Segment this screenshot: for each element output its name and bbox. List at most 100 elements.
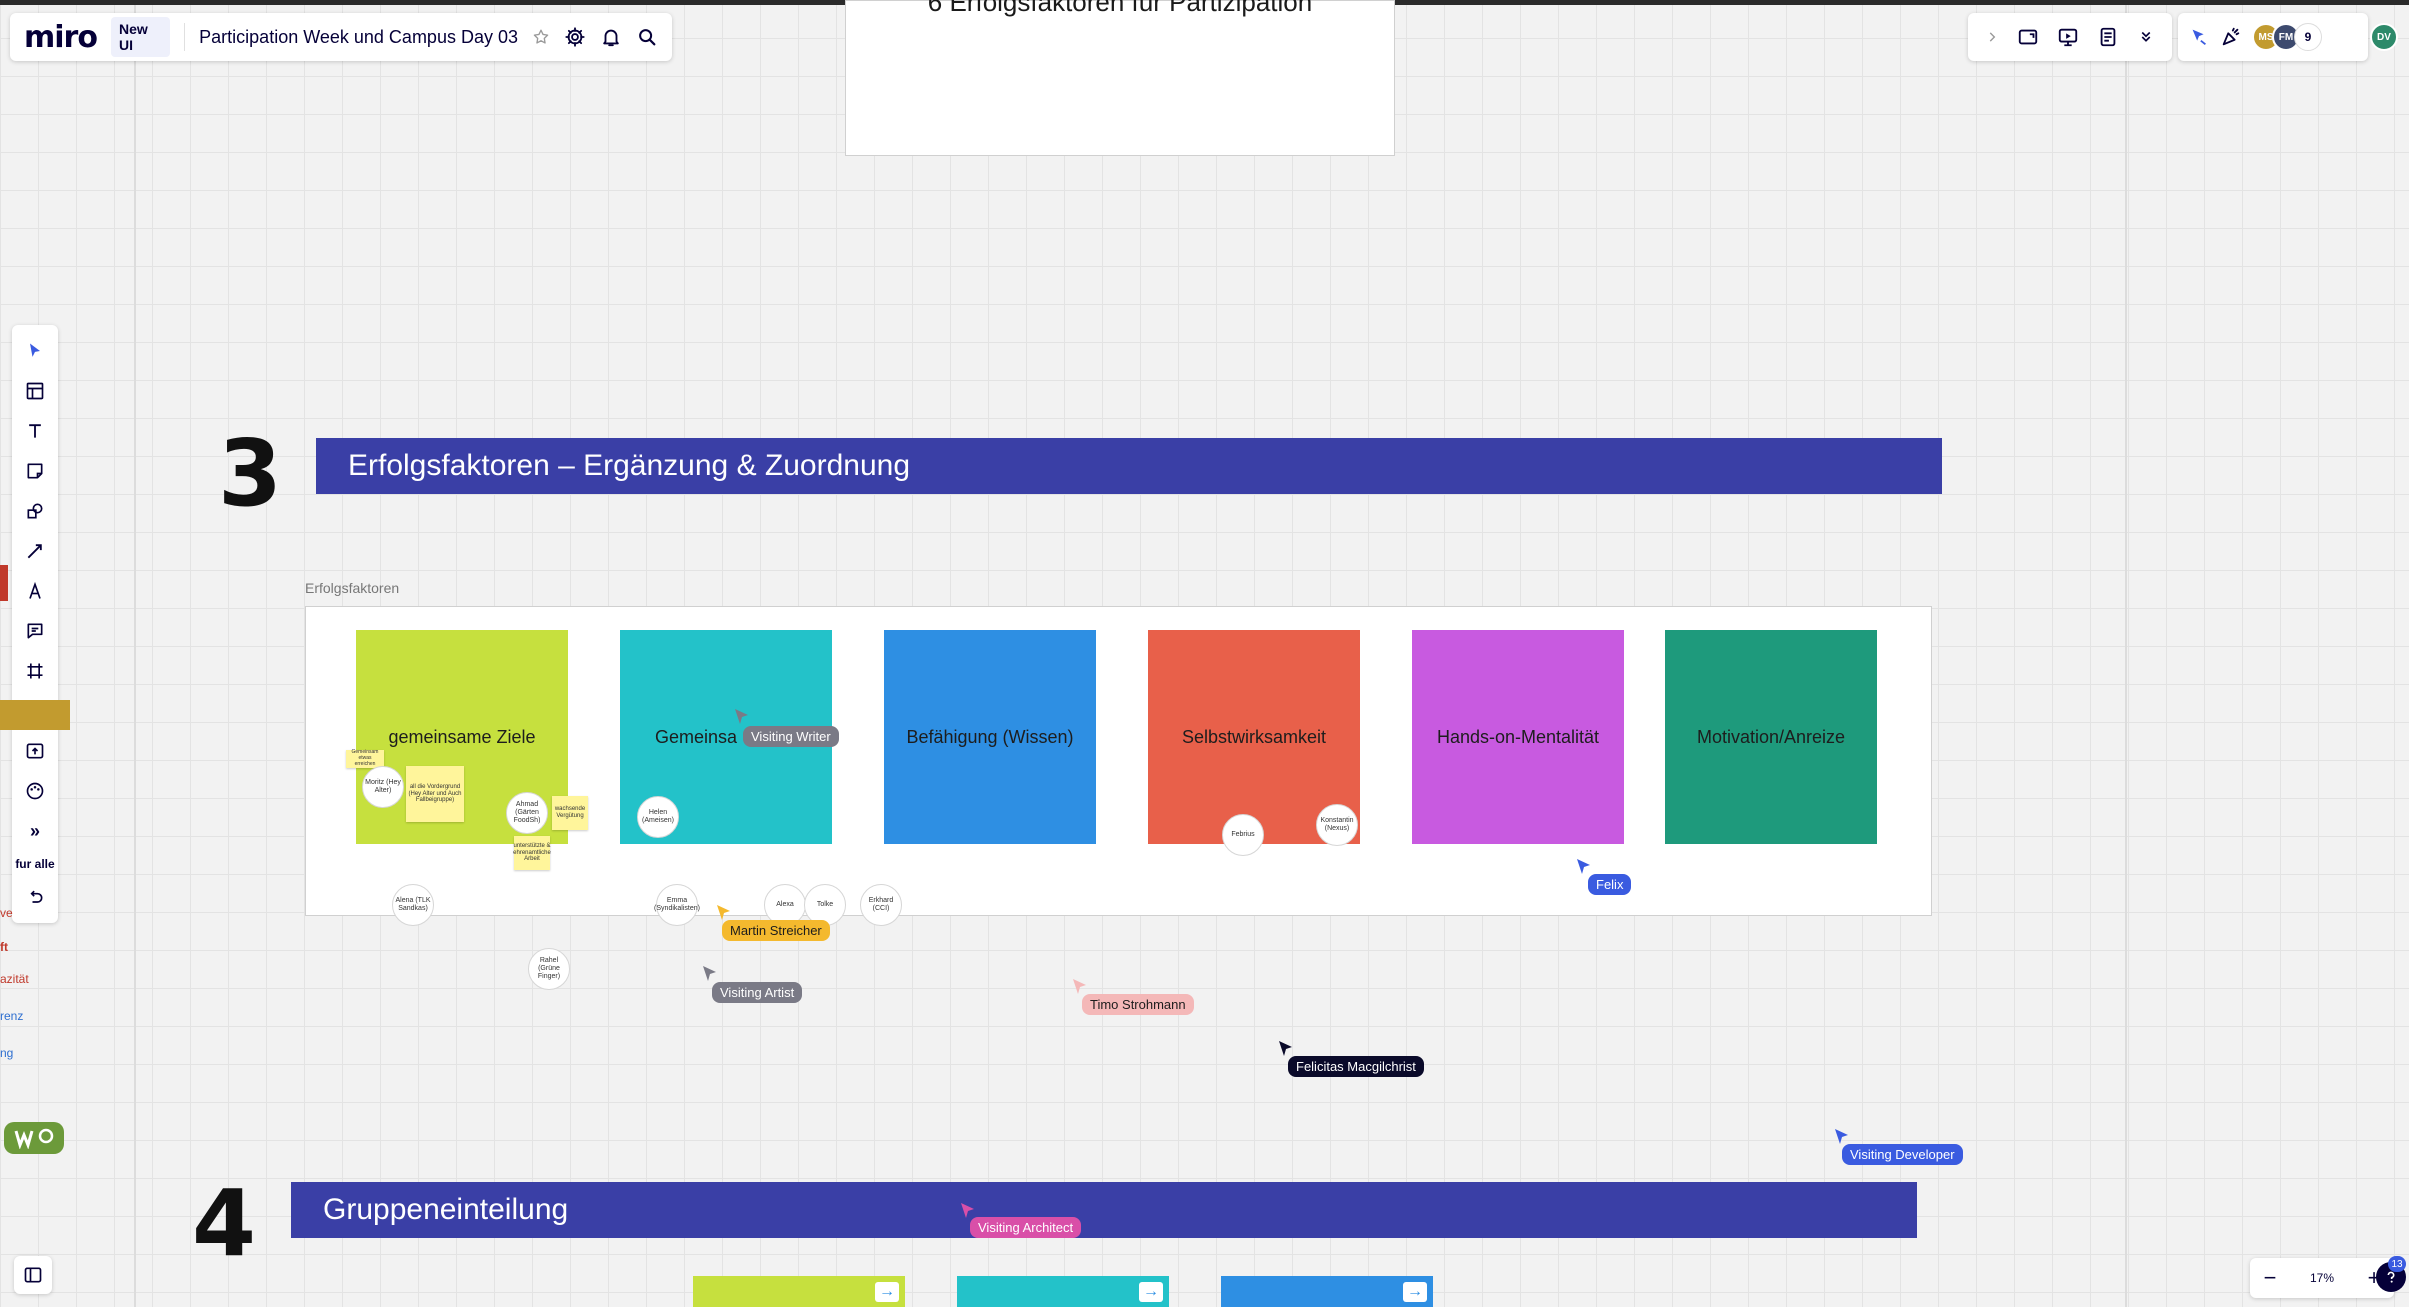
zoom-controls: − 17% + — [2250, 1258, 2394, 1298]
pen-icon[interactable] — [15, 571, 55, 611]
select-cursor-icon[interactable] — [15, 331, 55, 371]
participant-bubble[interactable]: Febrius — [1222, 814, 1264, 856]
cursor-arrow-icon — [1279, 1041, 1292, 1056]
cursor-arrow-icon — [703, 966, 716, 981]
miro-logo[interactable]: miro — [24, 20, 98, 55]
canvas-guide-line — [2125, 5, 2127, 1307]
toolbar-bottom-label: fur alle — [15, 857, 55, 871]
left-edge-text: renz — [0, 1009, 24, 1023]
factor-card-label: gemeinsame Ziele — [388, 726, 536, 747]
board-header: miro New UI Participation Week und Campu… — [10, 13, 672, 61]
comment-icon[interactable] — [15, 611, 55, 651]
celebrate-icon[interactable] — [2220, 26, 2242, 48]
chevron-right-icon[interactable] — [1985, 30, 1999, 44]
collaborator-cursor-label: Visiting Architect — [970, 1217, 1082, 1238]
left-toolbar: » fur alle — [12, 325, 58, 923]
bell-icon[interactable] — [600, 26, 622, 48]
left-edge-text: ft — [0, 940, 8, 954]
arrow-right-icon[interactable]: → — [1403, 1281, 1427, 1302]
participant-bubble[interactable]: Rahel (Grüne Finger) — [528, 948, 570, 990]
board-panel-toggle[interactable] — [14, 1256, 52, 1294]
section-number: 4 — [192, 1170, 257, 1277]
section-number: 3 — [218, 420, 283, 527]
notes-list-icon[interactable] — [2097, 26, 2119, 48]
sticky-note-icon[interactable] — [15, 451, 55, 491]
section-title-bar[interactable]: Gruppeneinteilung — [291, 1182, 1917, 1238]
connection-line-icon[interactable] — [15, 531, 55, 571]
factor-card-label: Selbstwirksamkeit — [1181, 726, 1327, 747]
factor-card-label: Hands-on-Mentalität — [1436, 726, 1600, 747]
factor-card-label: Motivation/Anreize — [1696, 726, 1846, 747]
offscreen-item — [0, 565, 8, 601]
double-chevron-down-icon[interactable] — [2137, 28, 2155, 46]
more-tools-button[interactable]: » — [15, 811, 55, 851]
insert-media-icon[interactable] — [2017, 26, 2039, 48]
factor-card[interactable]: Motivation/Anreize — [1665, 630, 1877, 844]
collaborators-panel: MS FM 9 — [2178, 13, 2368, 61]
participant-bubble[interactable]: Emma (Syndikalisten) — [654, 884, 700, 926]
cursor-arrow-icon — [1073, 979, 1086, 994]
participant-bubble[interactable]: Konstantin (Nexus) — [1316, 804, 1358, 846]
sticky-note[interactable]: all die Vordergrund (Hey Alter und Auch … — [406, 766, 464, 822]
section-title: Gruppeneinteilung — [323, 1193, 569, 1226]
undo-icon[interactable] — [15, 877, 55, 917]
group-card[interactable]: → — [1221, 1276, 1433, 1307]
sticky-note[interactable]: Gemeinsam etwas erreichen — [346, 750, 384, 768]
participant-bubble[interactable]: Erkhard (CCI) — [860, 884, 902, 926]
participant-bubble[interactable]: Moritz (Hey Alter) — [362, 766, 404, 808]
notification-count-badge: 13 — [2388, 1256, 2406, 1272]
canvas-guide-line — [134, 5, 136, 1307]
collaborator-cursor-label: Martin Streicher — [722, 920, 830, 941]
factor-card-label: Gemeinsa — [654, 726, 738, 747]
offscreen-logo-icon — [4, 1122, 64, 1154]
board-title[interactable]: Participation Week und Campus Day 03 — [199, 27, 518, 48]
left-edge-text: azität — [0, 972, 29, 986]
factor-card[interactable]: Hands-on-Mentalität — [1412, 630, 1624, 844]
collaborator-cursor-label: Visiting Writer — [743, 726, 839, 747]
frame-label[interactable]: Erfolgsfaktoren — [305, 580, 399, 596]
sidebar-panel-icon[interactable] — [14, 1256, 52, 1294]
zoom-level[interactable]: 17% — [2310, 1271, 2334, 1285]
collaborator-count[interactable]: 9 — [2294, 23, 2322, 51]
top-frame[interactable]: 6 Erfolgsfaktoren für Partizipation — [845, 0, 1395, 156]
factor-card-label: Befähigung (Wissen) — [906, 726, 1074, 747]
left-edge-text: ve — [0, 906, 13, 920]
text-tool-icon[interactable] — [15, 411, 55, 451]
top-frame-title: 6 Erfolgsfaktoren für Partizipation — [927, 0, 1313, 17]
star-icon[interactable] — [532, 28, 550, 46]
cursor-visibility-icon[interactable] — [2188, 26, 2210, 48]
upload-icon[interactable] — [15, 731, 55, 771]
section-title-bar[interactable]: Erfolgsfaktoren – Ergänzung & Zuordnung — [316, 438, 1942, 494]
sticky-note[interactable]: wachsende Vergütung — [552, 796, 588, 830]
offscreen-item — [0, 700, 70, 730]
settings-gear-icon[interactable] — [564, 26, 586, 48]
zoom-out-button[interactable]: − — [2258, 1265, 2282, 1291]
board-tools-panel — [1968, 13, 2172, 61]
collaborator-cursor-label: Felix — [1588, 874, 1632, 895]
cursor-arrow-icon — [1577, 859, 1590, 874]
collaborator-avatars[interactable]: MS FM 9 — [2252, 23, 2322, 51]
factor-card[interactable]: Befähigung (Wissen) — [884, 630, 1096, 844]
collaborator-cursor-label: Felicitas Macgilchrist — [1288, 1056, 1424, 1077]
arrow-right-icon[interactable]: → — [1139, 1281, 1163, 1302]
cursor-arrow-icon — [735, 709, 748, 724]
presentation-icon[interactable] — [2057, 26, 2079, 48]
collaborator-cursor-label: Visiting Artist — [712, 982, 803, 1003]
left-edge-text: ng — [0, 1046, 14, 1060]
frame-icon[interactable] — [15, 651, 55, 691]
group-card[interactable]: → — [957, 1276, 1169, 1307]
new-ui-badge[interactable]: New UI — [110, 17, 171, 57]
participant-bubble[interactable]: Alena (TLK Sandkas) — [392, 884, 434, 926]
participant-bubble[interactable]: Ahmad (Gärten FoodSh) — [506, 792, 548, 834]
apps-palette-icon[interactable] — [15, 771, 55, 811]
own-avatar[interactable]: DV — [2370, 23, 2398, 51]
search-icon[interactable] — [636, 26, 658, 48]
sticky-note[interactable]: unterstützte & ehrenamtliche Arbeit — [513, 836, 551, 870]
section-title: Erfolgsfaktoren – Ergänzung & Zuordnung — [348, 449, 911, 482]
shapes-icon[interactable] — [15, 491, 55, 531]
collaborator-cursor-label: Visiting Developer — [1842, 1144, 1963, 1165]
arrow-right-icon[interactable]: → — [875, 1281, 899, 1302]
templates-icon[interactable] — [15, 371, 55, 411]
participant-bubble[interactable]: Helen (Ameisen) — [637, 796, 679, 838]
group-card[interactable]: → — [693, 1276, 905, 1307]
